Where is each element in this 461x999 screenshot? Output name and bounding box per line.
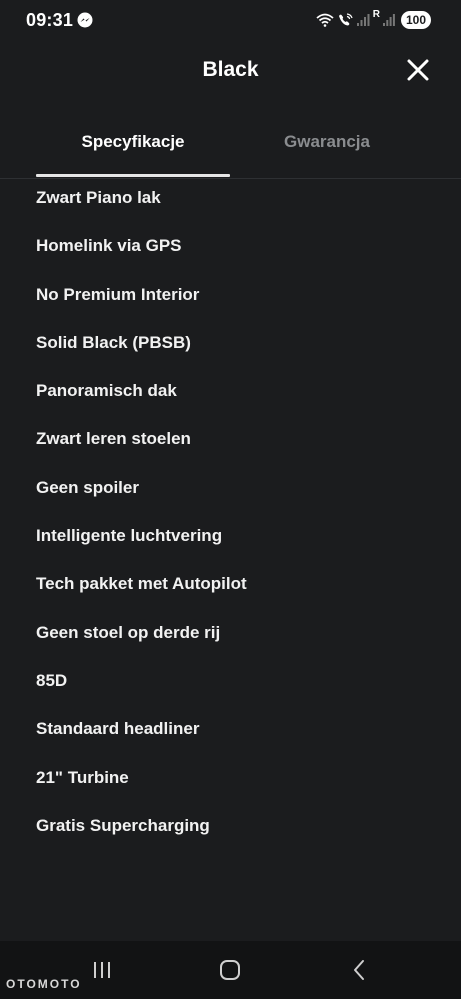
status-bar: 09:31 R 100 [0,0,461,40]
signal-icon-2 [382,14,395,26]
messenger-icon [77,12,93,28]
battery-indicator: 100 [400,11,431,29]
close-icon[interactable] [405,57,431,83]
spec-item: 21" Turbine [36,767,129,787]
spec-item: Tech pakket met Autopilot [36,574,247,594]
screen: 09:31 R 100 Black Specyfikacje Gwarancja… [0,0,461,999]
navigation-bar: OTOMOTO [0,941,461,999]
active-tab-indicator [36,174,230,177]
back-icon[interactable] [346,958,374,982]
recents-icon[interactable] [88,958,116,982]
tab-bar: Specyfikacje Gwarancja [0,118,461,179]
status-time: 09:31 [26,10,74,30]
spec-item: Solid Black (PBSB) [36,332,191,352]
tab-gwarancja[interactable]: Gwarancja [230,132,424,152]
spec-item: Gratis Supercharging [36,815,210,835]
signal-icon [356,14,370,26]
spec-list: Zwart Piano lak Homelink via GPS No Prem… [36,185,441,861]
spec-item: Intelligente luchtvering [36,526,223,546]
wifi-icon [316,13,334,27]
tab-specyfikacje[interactable]: Specyfikacje [36,132,230,152]
spec-item: Panoramisch dak [36,381,177,401]
spec-item: Geen spoiler [36,477,139,497]
home-icon[interactable] [216,958,244,982]
otomoto-watermark: OTOMOTO [6,977,82,991]
wifi-calling-icon [338,13,353,26]
spec-item: 85D [36,670,68,690]
page-title: Black [202,58,259,81]
spec-item: Zwart Piano lak [36,188,161,207]
spec-item: Homelink via GPS [36,236,182,256]
roaming-label: R [372,9,380,20]
spec-item: No Premium Interior [36,284,200,304]
spec-item: Zwart leren stoelen [36,429,191,449]
spec-item: Geen stoel op derde rij [36,622,221,642]
status-icons: R 100 [316,10,431,30]
spec-item: Standaard headliner [36,719,200,739]
